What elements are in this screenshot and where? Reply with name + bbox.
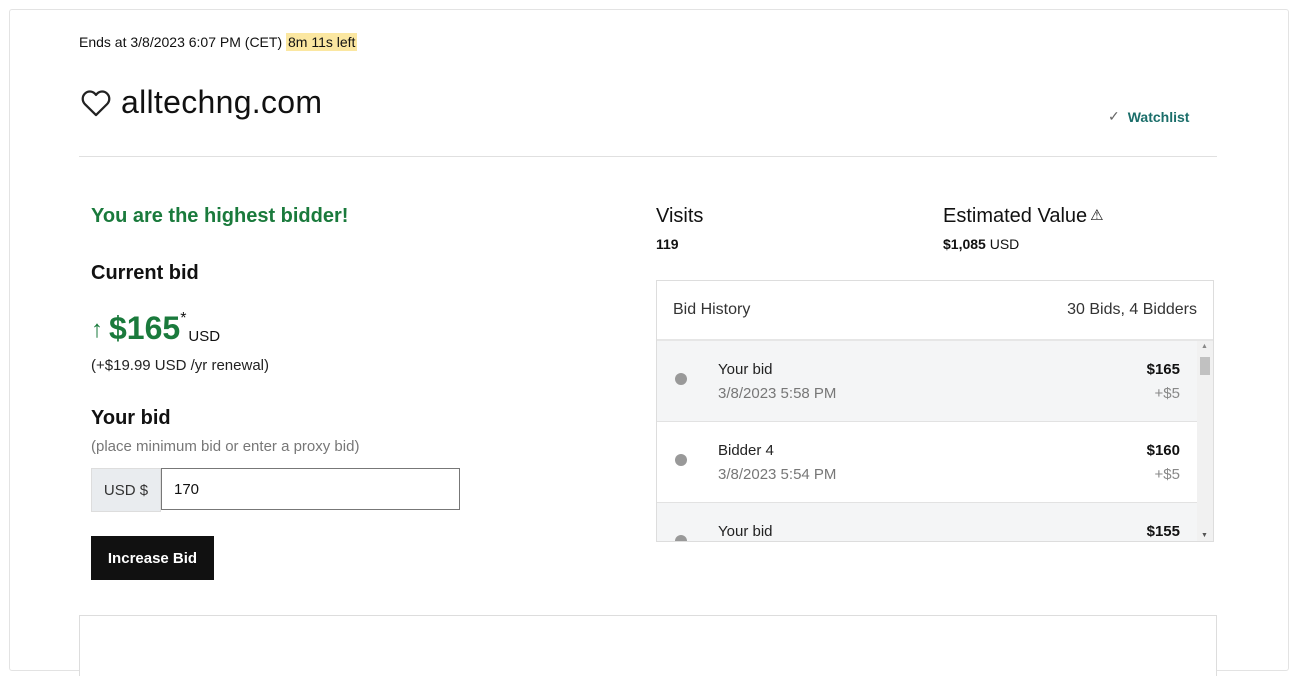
end-time: Ends at 3/8/2023 6:07 PM (CET) [79,34,283,50]
bid-amount-input[interactable] [161,468,460,510]
bidder-name: Bidder 4 [718,442,774,459]
bid-dot-icon [675,454,687,466]
bid-time: 3/8/2023 5:54 PM [718,466,837,483]
current-bid-amount: $165 [109,310,181,346]
current-bid-row: ↑ $165 * USD [91,310,220,347]
bid-history-list[interactable]: Your bid 3/8/2023 5:58 PM $165 +$5 Bidde… [657,341,1213,541]
your-bid-hint: (place minimum bid or enter a proxy bid) [91,438,360,455]
currency-label: USD [188,328,221,345]
estimated-value: $1,085 USD [943,236,1019,252]
bidder-name: Your bid [718,361,773,378]
bid-history-panel: Bid History 30 Bids, 4 Bidders Your bid … [656,280,1214,542]
footnote-asterisk: * [180,310,187,327]
bid-increment: +$5 [1154,466,1180,483]
warning-icon[interactable]: ⚠ [1090,206,1103,224]
bid-amount: $155 [1146,523,1180,540]
bid-history-row: Your bid 3/8/2023 5:58 PM $165 +$5 [657,341,1197,422]
estimated-amount: $1,085 [943,236,986,252]
domain-title-row: alltechng.com [79,84,322,121]
bid-dot-icon [675,373,687,385]
scroll-down-icon[interactable]: ▼ [1201,532,1208,539]
scroll-up-icon[interactable]: ▲ [1201,343,1208,350]
arrow-up-icon: ↑ [91,316,103,343]
bid-time: 3/8/2023 5:58 PM [718,385,837,402]
bid-amount: $165 [1146,361,1180,378]
scrollbar-thumb[interactable] [1200,357,1210,375]
bid-dot-icon [675,535,687,541]
your-bid-label: Your bid [91,407,171,429]
domain-name: alltechng.com [121,84,323,120]
divider [79,156,1217,157]
renewal-fee: (+$19.99 USD /yr renewal) [91,357,269,374]
increase-bid-button[interactable]: Increase Bid [91,536,214,580]
highest-bidder-message: You are the highest bidder! [91,205,349,227]
bid-history-header: Bid History 30 Bids, 4 Bidders [657,281,1213,341]
bidder-name: Your bid [718,523,773,540]
bid-amount: $160 [1146,442,1180,459]
bid-increment: +$5 [1154,385,1180,402]
auction-end-info: Ends at 3/8/2023 6:07 PM (CET) 8m 11s le… [79,33,358,51]
bid-input-group: USD $ [91,468,460,512]
current-bid-label: Current bid [91,262,199,284]
bid-history-row: Bidder 4 3/8/2023 5:54 PM $160 +$5 [657,422,1197,503]
currency-prefix: USD $ [91,468,161,512]
bid-history-summary: 30 Bids, 4 Bidders [1067,301,1197,318]
watchlist-button[interactable]: ✓ Watchlist [1108,108,1189,125]
heart-icon[interactable] [79,86,113,120]
bid-history-title: Bid History [673,301,751,318]
bid-history-scrollbar[interactable]: ▲ ▼ [1197,341,1213,541]
estimated-value-label: Estimated Value [943,205,1088,227]
visits-label: Visits [656,205,704,227]
time-left-badge: 8m 11s left [286,33,358,51]
bid-history-row: Your bid $155 [657,503,1197,541]
estimated-value-heading: Estimated Value ⚠ [943,205,1104,228]
estimated-currency: USD [989,236,1020,252]
check-icon: ✓ [1108,108,1120,124]
visits-value: 119 [656,236,679,252]
watchlist-label: Watchlist [1127,108,1190,125]
